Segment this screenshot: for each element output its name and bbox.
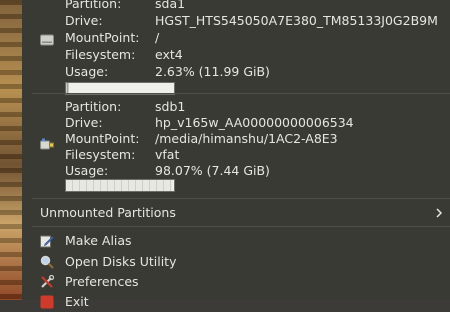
usage-bar-fill [66, 180, 172, 191]
unmounted-partitions-menu-item[interactable]: Unmounted Partitions [22, 203, 450, 223]
mountpoint-label: MountPoint: [65, 30, 140, 45]
open-disks-utility-label: Open Disks Utility [65, 254, 177, 269]
search-icon [40, 255, 54, 269]
unmounted-partitions-label: Unmounted Partitions [40, 205, 176, 220]
usage-bar [65, 179, 175, 192]
usage-label: Usage: [65, 163, 109, 178]
partition-label: Partition: [65, 99, 122, 114]
separator [32, 198, 450, 199]
usage-value: 98.07% (7.44 GiB) [155, 163, 270, 178]
desktop-wallpaper [0, 0, 22, 300]
make-alias-menu-item[interactable]: Make Alias [22, 231, 450, 251]
filesystem-label: Filesystem: [65, 147, 136, 162]
separator [32, 226, 450, 227]
preferences-icon [41, 275, 54, 288]
drive-value: hp_v165w_AA00000000006534 [155, 115, 354, 130]
indicator-disk-menu: Partition: sda1 Drive: HGST_HTS545050A7E… [22, 0, 450, 309]
exit-label: Exit [65, 294, 89, 309]
filesystem-label: Filesystem: [65, 47, 136, 62]
drive-label: Drive: [65, 115, 103, 130]
make-alias-label: Make Alias [65, 233, 132, 248]
drive-value: HGST_HTS545050A7E380_TM85133J0G2B9M [155, 13, 438, 28]
usb-drive-icon [40, 138, 54, 150]
partition-label: Partition: [65, 0, 122, 11]
usage-value: 2.63% (11.99 GiB) [155, 64, 270, 79]
usage-label: Usage: [65, 64, 109, 79]
preferences-label: Preferences [65, 274, 139, 289]
open-disks-utility-menu-item[interactable]: Open Disks Utility [22, 252, 450, 272]
partition-value: sdb1 [155, 99, 186, 114]
preferences-menu-item[interactable]: Preferences [22, 272, 450, 292]
edit-alias-icon [40, 235, 54, 248]
filesystem-value: ext4 [155, 47, 183, 62]
mountpoint-value: /media/himanshu/1AC2-A8E3 [155, 131, 338, 146]
mountpoint-value: / [155, 30, 160, 45]
drive-label: Drive: [65, 13, 103, 28]
chevron-right-icon [436, 208, 443, 218]
filesystem-value: vfat [155, 147, 180, 162]
partition-value: sda1 [155, 0, 186, 11]
hard-disk-icon [40, 34, 54, 46]
separator [32, 93, 450, 94]
exit-menu-item[interactable]: Exit [22, 292, 450, 312]
exit-icon [40, 295, 54, 309]
mountpoint-label: MountPoint: [65, 131, 140, 146]
